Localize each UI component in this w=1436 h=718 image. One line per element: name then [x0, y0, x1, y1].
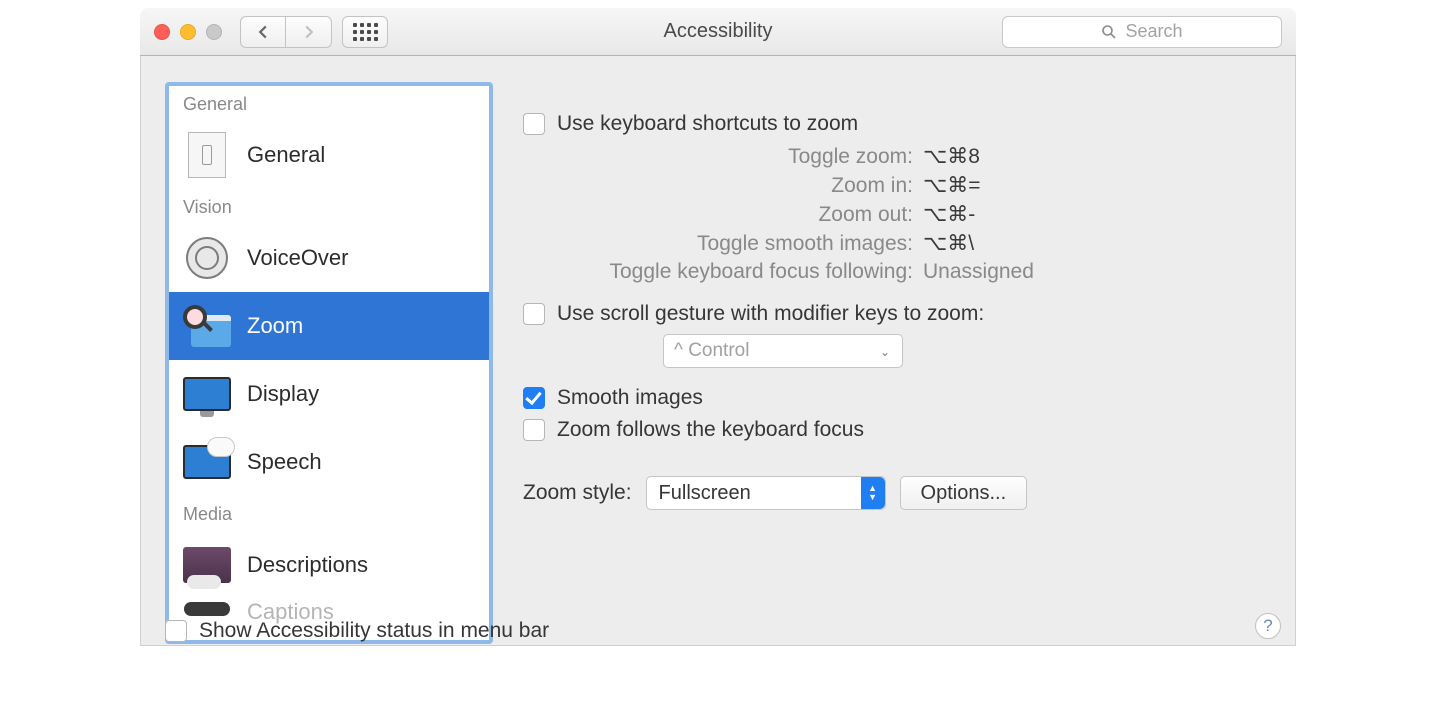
sidebar-item-label: Descriptions — [247, 552, 368, 578]
use-scroll-gesture-checkbox[interactable] — [523, 303, 545, 325]
chevron-down-icon: ⌄ — [874, 341, 896, 363]
window-controls — [154, 24, 222, 40]
keyboard-shortcuts-list: Toggle zoom:⌥⌘8 Zoom in:⌥⌘= Zoom out:⌥⌘-… — [523, 144, 1265, 284]
search-placeholder: Search — [1125, 21, 1182, 42]
dropdown-stepper-icon: ▲▼ — [861, 477, 885, 509]
window-title: Accessibility — [664, 20, 773, 43]
content-area: General General Vision VoiceOver Zoom Di… — [140, 56, 1296, 646]
use-keyboard-shortcuts-checkbox[interactable] — [523, 113, 545, 135]
use-scroll-gesture-label: Use scroll gesture with modifier keys to… — [557, 302, 984, 326]
sidebar-item-general[interactable]: General — [169, 121, 489, 189]
shortcut-label: Zoom in: — [523, 174, 923, 198]
close-window-button[interactable] — [154, 24, 170, 40]
options-button[interactable]: Options... — [900, 476, 1028, 510]
zoom-style-dropdown[interactable]: Fullscreen ▲▼ — [646, 476, 886, 510]
shortcut-label: Toggle smooth images: — [523, 232, 923, 256]
sidebar-item-descriptions[interactable]: Descriptions — [169, 531, 489, 599]
zoom-style-value: Fullscreen — [659, 482, 751, 505]
zoom-style-label: Zoom style: — [523, 481, 632, 505]
smooth-images-label: Smooth images — [557, 386, 703, 410]
sidebar-item-label: General — [247, 142, 325, 168]
zoom-follows-focus-checkbox[interactable] — [523, 419, 545, 441]
shortcut-label: Toggle keyboard focus following: — [523, 260, 923, 284]
descriptions-icon — [183, 547, 231, 583]
nav-segmented — [240, 16, 332, 48]
grid-icon — [353, 23, 378, 41]
window-toolbar: Accessibility Search — [140, 8, 1296, 56]
display-icon — [183, 377, 231, 411]
use-keyboard-shortcuts-label: Use keyboard shortcuts to zoom — [557, 112, 858, 136]
forward-button[interactable] — [286, 16, 332, 48]
sidebar-item-zoom[interactable]: Zoom — [169, 292, 489, 360]
show-status-menubar-label: Show Accessibility status in menu bar — [199, 619, 549, 643]
sidebar-item-label: VoiceOver — [247, 245, 349, 271]
sidebar-group-vision: Vision — [169, 189, 489, 224]
sidebar-item-display[interactable]: Display — [169, 360, 489, 428]
sidebar-item-label: Zoom — [247, 313, 303, 339]
zoom-window-button[interactable] — [206, 24, 222, 40]
sidebar-item-label: Display — [247, 381, 319, 407]
sidebar-item-speech[interactable]: Speech — [169, 428, 489, 496]
sidebar-item-label: Speech — [247, 449, 322, 475]
sidebar-group-general: General — [169, 86, 489, 121]
captions-icon — [184, 602, 230, 616]
shortcut-value: ⌥⌘8 — [923, 144, 980, 169]
modifier-key-dropdown[interactable]: ^ Control ⌄ — [663, 334, 903, 368]
shortcut-value: Unassigned — [923, 260, 1034, 284]
minimize-window-button[interactable] — [180, 24, 196, 40]
zoom-settings-panel: Use keyboard shortcuts to zoom Toggle zo… — [523, 82, 1295, 645]
modifier-key-value: ^ Control — [674, 340, 749, 362]
zoom-follows-focus-label: Zoom follows the keyboard focus — [557, 418, 864, 442]
general-icon — [188, 132, 226, 178]
help-button[interactable]: ? — [1255, 613, 1281, 639]
zoom-icon — [183, 305, 231, 347]
sidebar-item-voiceover[interactable]: VoiceOver — [169, 224, 489, 292]
shortcut-label: Zoom out: — [523, 203, 923, 227]
smooth-images-checkbox[interactable] — [523, 387, 545, 409]
shortcut-value: ⌥⌘= — [923, 173, 980, 198]
shortcut-value: ⌥⌘\ — [923, 231, 974, 256]
voiceover-icon — [186, 237, 228, 279]
back-button[interactable] — [240, 16, 286, 48]
search-input[interactable]: Search — [1002, 16, 1282, 48]
show-status-menubar-checkbox[interactable] — [165, 620, 187, 642]
sidebar-group-media: Media — [169, 496, 489, 531]
shortcut-label: Toggle zoom: — [523, 145, 923, 169]
search-icon — [1101, 24, 1117, 40]
speech-icon — [183, 445, 231, 479]
show-all-button[interactable] — [342, 16, 388, 48]
category-sidebar[interactable]: General General Vision VoiceOver Zoom Di… — [165, 82, 493, 644]
shortcut-value: ⌥⌘- — [923, 202, 975, 227]
